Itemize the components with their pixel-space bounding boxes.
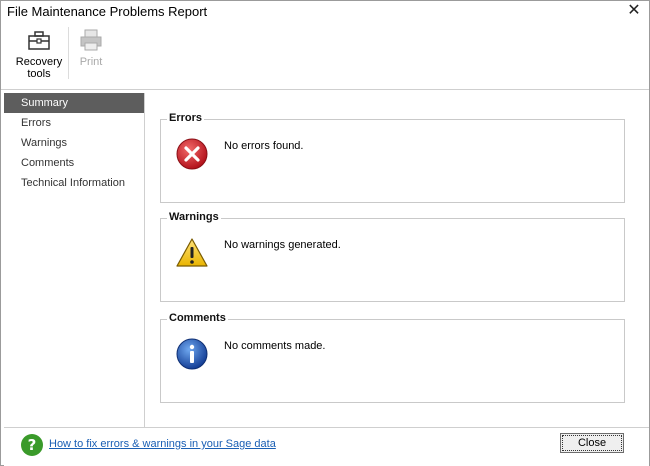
comments-message: No comments made. — [224, 340, 326, 352]
nav-item-warnings[interactable]: Warnings — [4, 133, 144, 153]
nav-item-summary[interactable]: Summary — [4, 93, 144, 113]
close-window-icon[interactable]: ✕ — [625, 2, 643, 20]
help-link[interactable]: How to fix errors & warnings in your Sag… — [49, 438, 276, 450]
toolbar-separator — [68, 27, 69, 79]
problems-report-dialog: File Maintenance Problems Report ✕ Recov… — [0, 0, 650, 466]
comments-group-title: Comments — [167, 312, 228, 324]
printer-icon — [80, 29, 102, 51]
dialog-footer: ? How to fix errors & warnings in your S… — [4, 427, 649, 466]
recovery-tools-button[interactable]: Recovery tools — [11, 27, 67, 80]
recovery-tools-label-line2: tools — [27, 68, 51, 80]
svg-text:?: ? — [28, 436, 37, 454]
toolbox-icon — [28, 31, 50, 50]
help-icon: ? — [21, 434, 43, 456]
recovery-tools-label-line1: Recovery — [15, 56, 63, 68]
warnings-group: Warnings No warnings generated. — [160, 211, 625, 302]
nav-item-technical-information[interactable]: Technical Information — [4, 173, 144, 193]
window-title: File Maintenance Problems Report — [7, 4, 208, 19]
errors-message: No errors found. — [224, 140, 304, 152]
toolbar: Recovery tools Print — [1, 23, 649, 90]
errors-group-title: Errors — [167, 112, 205, 124]
print-button[interactable]: Print — [75, 27, 107, 68]
warning-icon — [176, 238, 208, 267]
comments-group: Comments No comments made. — [160, 312, 625, 403]
info-icon — [176, 338, 208, 370]
section-nav: Summary Errors Warnings Comments Technic… — [4, 93, 145, 427]
nav-item-errors[interactable]: Errors — [4, 113, 144, 133]
summary-panel: Errors No errors found. Warnings No warn… — [145, 93, 649, 427]
warnings-message: No warnings generated. — [224, 239, 341, 251]
error-icon — [176, 138, 208, 170]
nav-item-comments[interactable]: Comments — [4, 153, 144, 173]
close-button[interactable]: Close — [560, 433, 624, 453]
print-label: Print — [79, 56, 103, 68]
warnings-group-title: Warnings — [167, 211, 221, 223]
errors-group: Errors No errors found. — [160, 112, 625, 203]
title-bar: File Maintenance Problems Report ✕ — [1, 1, 649, 23]
